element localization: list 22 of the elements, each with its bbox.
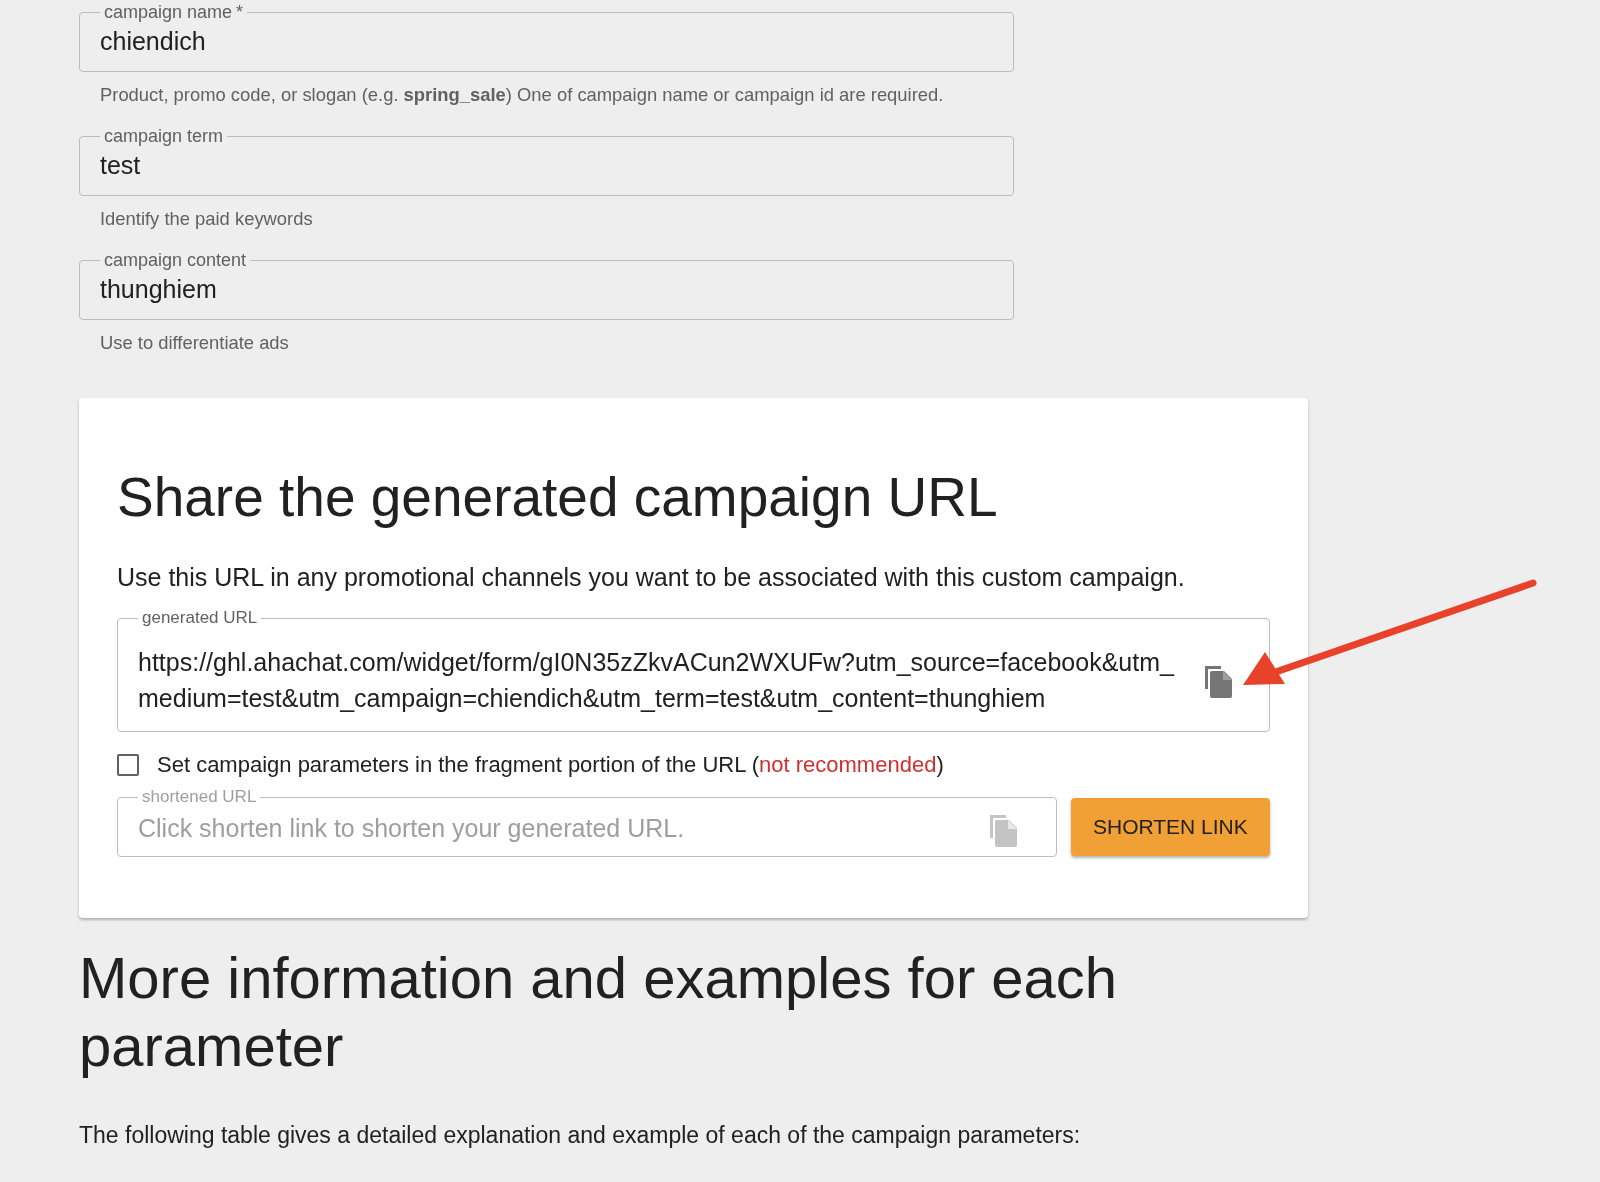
text-field[interactable]: campaign name * chiendich — [79, 2, 1014, 72]
required-asterisk: * — [236, 2, 244, 22]
generated-url-field[interactable]: generated URL https://ghl.ahachat.com/widget/form/gI0N35zZkvACun2WXUFw?utm_source=facebook&utm_medium=test&utm_campaign=chiendich&utm_term=test&utm_content=thunghiem — [117, 608, 1270, 732]
field-label: campaign name — [104, 2, 233, 22]
section-description: The following table gives a detailed explanation and example of each of the campaign parameters: — [79, 1121, 1082, 1150]
shorten-link-button[interactable]: SHORTEN LINK — [1070, 798, 1270, 856]
field-label: shortened URL — [141, 787, 258, 807]
url-text: https://ghl.ahachat.com/widget/form/gI0N35zZkvACun2WXUFw?utm_source=facebook&utm_medium=test&utm_campaign=chiendich&utm_term=test&utm_content=thunghiem — [138, 647, 1176, 714]
shortened-url-input[interactable]: Click shorten link to shorten your generated URL. — [138, 809, 988, 848]
helper-text: Product, promo code, or slogan (e.g. spring_sale) One of campaign name or campaign id are required. — [99, 84, 945, 106]
helper-text: Identify the paid keywords — [99, 208, 314, 230]
checkbox-label: Set campaign parameters in the fragment portion of the URL (not recommended) — [157, 751, 944, 779]
card-description: Use this URL in any promotional channels you want to be associated with this custom campaign. — [117, 562, 1186, 592]
text-field[interactable]: campaign content thunghiem — [79, 250, 1014, 320]
section-title: More information and examples for each parameter — [79, 944, 1119, 1080]
field-label: campaign term — [104, 126, 224, 146]
field-label: generated URL — [141, 608, 259, 628]
helper-text: Use to differentiate ads — [99, 332, 290, 354]
card-title: Share the generated campaign URL — [117, 465, 999, 530]
field-label: campaign content — [104, 250, 247, 270]
checkbox[interactable] — [117, 753, 139, 776]
text-field[interactable]: campaign term test — [79, 126, 1014, 196]
